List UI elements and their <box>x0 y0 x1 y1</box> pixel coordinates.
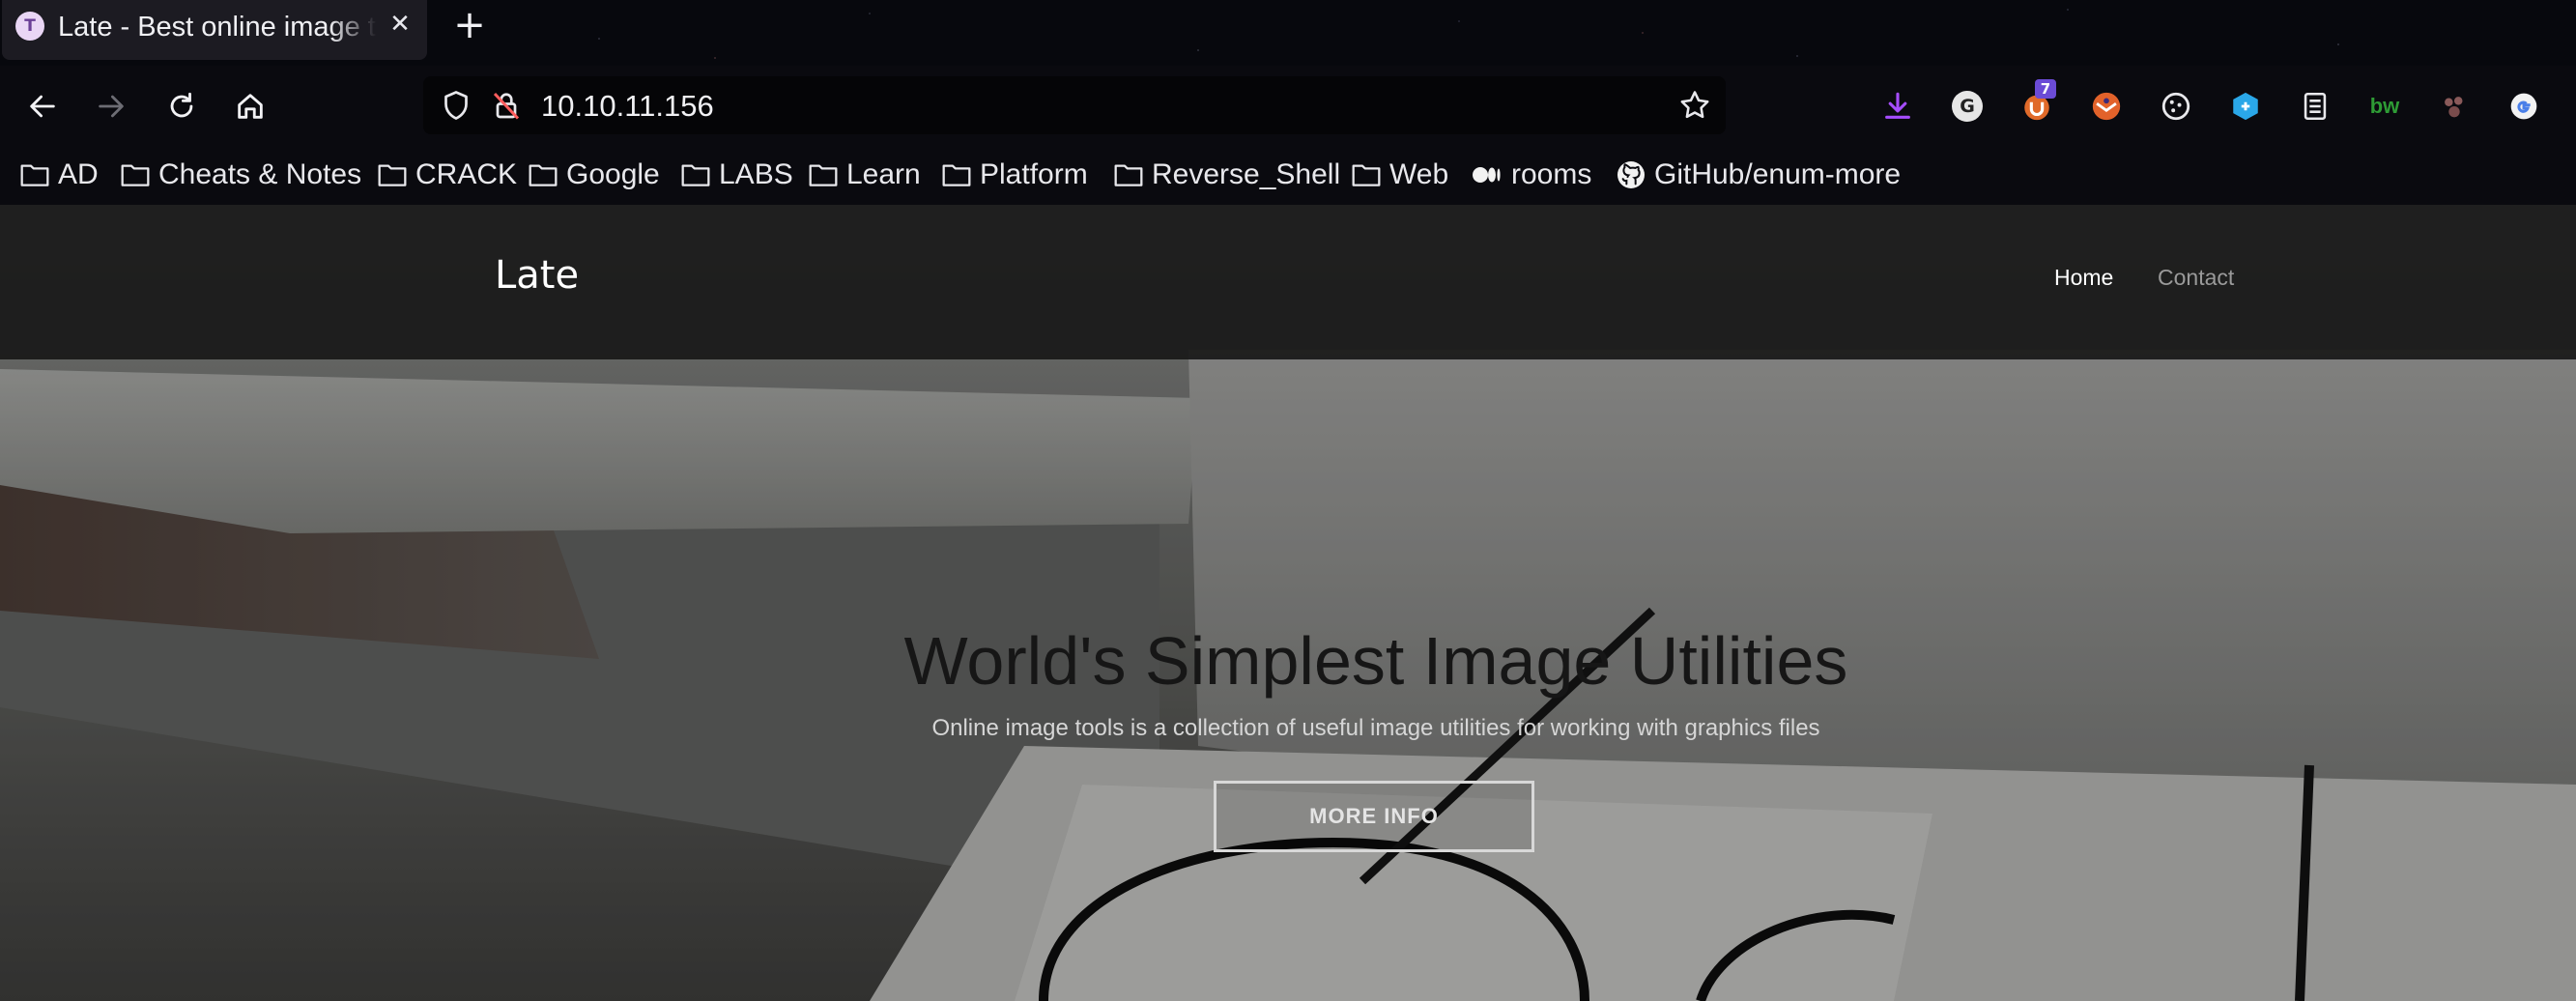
fox-icon <box>2092 92 2121 121</box>
hero-subtitle: Online image tools is a collection of us… <box>931 715 1820 741</box>
nav-link-home[interactable]: Home <box>2054 265 2113 291</box>
folder-icon <box>529 164 558 186</box>
web-page: Late Home Contact World's Simplest Image… <box>0 205 2576 1001</box>
folder-icon <box>20 164 49 186</box>
g-extension-icon: G <box>1952 91 1983 122</box>
folder-icon <box>809 164 838 186</box>
bookmark-item[interactable]: CRACK <box>377 157 517 193</box>
bitwarden-icon: bw <box>2369 94 2400 118</box>
bookmark-label: rooms <box>1511 158 1592 190</box>
reload-icon <box>170 92 193 118</box>
back-button[interactable] <box>19 83 66 129</box>
folder-icon <box>942 164 971 186</box>
grammar-extension-button[interactable]: G <box>1948 87 1987 126</box>
folder-icon <box>1114 164 1143 186</box>
nav-link-contact[interactable]: Contact <box>2158 265 2234 291</box>
forward-arrow-icon <box>99 95 124 118</box>
bookmark-star-icon[interactable] <box>1677 88 1712 123</box>
tab-close-icon[interactable]: ✕ <box>385 8 415 41</box>
home-button[interactable] <box>227 83 273 129</box>
cookie-icon <box>2161 92 2190 121</box>
medium-icon <box>1473 167 1501 183</box>
insecure-lock-icon[interactable] <box>489 88 524 123</box>
more-info-button[interactable]: MORE INFO <box>1214 781 1534 852</box>
ublock-extension-button[interactable]: 7 <box>2018 79 2056 126</box>
new-tab-button[interactable]: + <box>450 6 489 44</box>
bookmark-item[interactable]: AD <box>19 157 99 193</box>
bookmark-label: Reverse_Shell <box>1152 158 1341 190</box>
forward-button[interactable] <box>88 83 134 129</box>
bookmark-item[interactable]: LABS <box>680 157 793 193</box>
google-extension-button[interactable] <box>2504 87 2543 126</box>
bookmark-label: AD <box>58 158 99 190</box>
bookmark-item[interactable]: Platform <box>941 157 1088 193</box>
bitwarden-extension-button[interactable]: bw <box>2365 87 2404 126</box>
site-header: Late Home Contact <box>0 205 2576 359</box>
paw-icon <box>2445 97 2463 118</box>
tab-title: Late - Best online image tools <box>58 12 377 43</box>
bookmark-item[interactable]: GitHub/enum-more <box>1616 157 1901 193</box>
cube-icon <box>2233 92 2258 121</box>
hero-title: World's Simplest Image Utilities <box>903 623 1848 699</box>
bookmark-item[interactable]: Learn <box>808 157 921 193</box>
reload-button[interactable] <box>158 83 205 129</box>
bookmark-label: Learn <box>846 158 921 190</box>
tab-strip: T Late - Best online image tools ✕ + <box>0 0 2576 66</box>
download-icon <box>1885 92 1910 119</box>
bookmark-label: Web <box>1389 158 1449 190</box>
address-bar[interactable]: 10.10.11.156 <box>423 76 1726 134</box>
folder-icon <box>681 164 710 186</box>
bookmark-item[interactable]: Reverse_Shell <box>1113 157 1340 193</box>
bookmark-item[interactable]: Google <box>528 157 660 193</box>
foxyproxy-extension-button[interactable] <box>2087 87 2126 126</box>
site-logo[interactable]: Late <box>495 253 579 298</box>
bookmark-item[interactable]: rooms <box>1471 157 1591 193</box>
tab-favicon-icon: T <box>15 12 44 41</box>
downloads-button[interactable] <box>1878 87 1917 126</box>
paws-extension-button[interactable] <box>2435 87 2474 126</box>
folder-icon <box>1352 164 1381 186</box>
bookmark-label: GitHub/enum-more <box>1654 158 1902 190</box>
bookmark-label: LABS <box>719 158 793 190</box>
cookie-editor-button[interactable] <box>2157 87 2195 126</box>
navigation-toolbar: 10.10.11.156 G 7 bw <box>0 66 2576 147</box>
notes-icon <box>2304 92 2327 121</box>
folder-icon <box>378 164 407 186</box>
github-icon <box>1617 161 1645 188</box>
bookmark-label: CRACK <box>415 158 518 190</box>
notes-extension-button[interactable] <box>2296 87 2334 126</box>
bookmark-item[interactable]: Cheats & Notes <box>120 157 361 193</box>
ublock-count-badge: 7 <box>2035 79 2056 99</box>
active-tab[interactable]: T Late - Best online image tools ✕ <box>2 0 427 60</box>
bookmarks-toolbar: AD Cheats & Notes CRACK Google LABS Lear… <box>0 147 2576 205</box>
folder-icon <box>121 164 150 186</box>
shield-icon[interactable] <box>439 88 473 123</box>
bookmark-label: Google <box>566 158 660 190</box>
bookmark-item[interactable]: Web <box>1351 157 1448 193</box>
home-icon <box>238 94 263 119</box>
bookmark-label: Cheats & Notes <box>158 158 362 190</box>
bookmark-label: Platform <box>980 158 1088 190</box>
back-arrow-icon <box>30 95 55 118</box>
wappalyzer-extension-button[interactable] <box>2226 87 2265 126</box>
url-text[interactable]: 10.10.11.156 <box>541 89 714 124</box>
google-g-icon <box>2510 93 2537 120</box>
